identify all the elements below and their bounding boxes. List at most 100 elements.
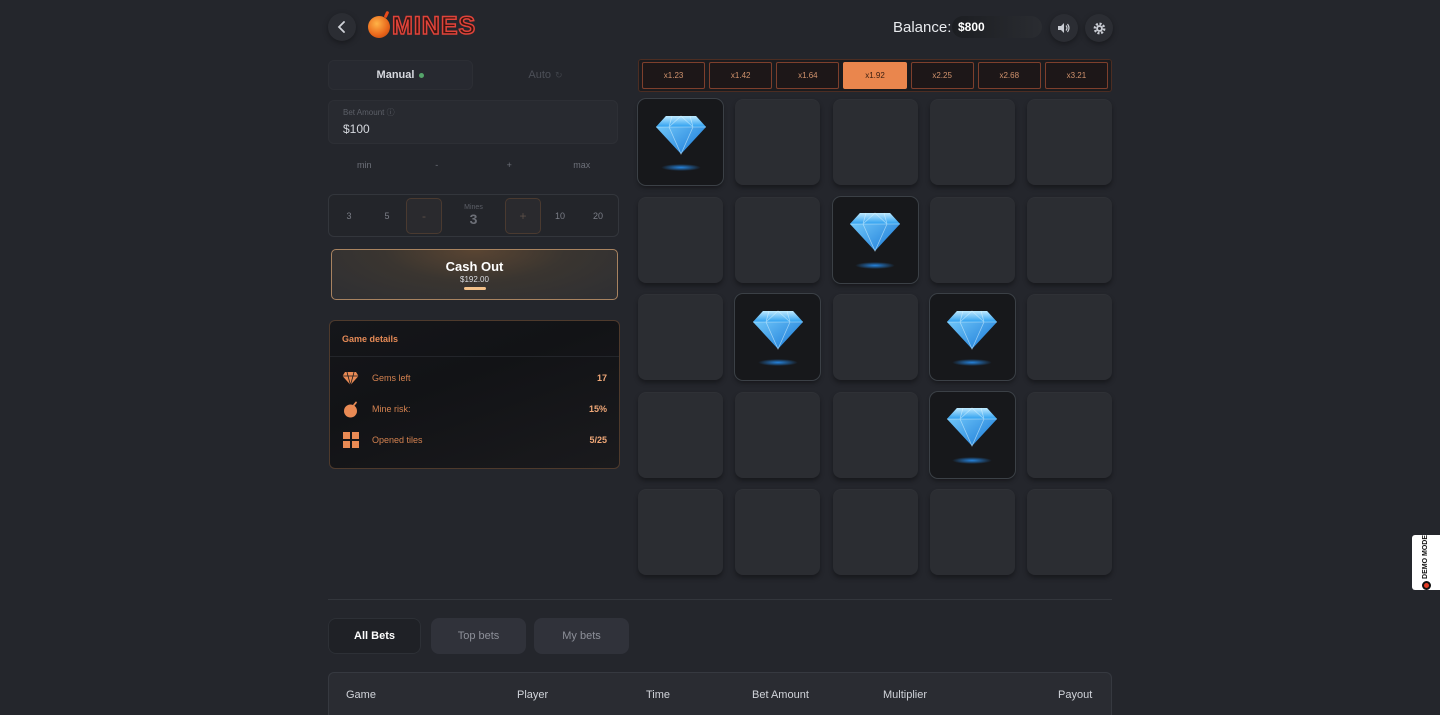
mines-label: Mines xyxy=(464,204,483,211)
column-multiplier: Multiplier xyxy=(883,689,928,701)
tile-revealed-gem[interactable] xyxy=(929,294,1015,380)
active-dot-icon xyxy=(419,72,425,78)
tile-hidden[interactable] xyxy=(735,99,821,185)
tab-all-bets[interactable]: All Bets xyxy=(328,618,421,654)
bet-amount-value: $100 xyxy=(343,122,370,136)
tile-hidden[interactable] xyxy=(832,99,918,185)
bet-amount-field[interactable]: Bet Amount ⓘ $100 xyxy=(328,100,618,144)
multiplier-chip: x1.42 xyxy=(709,62,773,89)
tiles-icon xyxy=(342,432,359,449)
tile-hidden[interactable] xyxy=(1027,294,1112,380)
detail-label: Mine risk: xyxy=(372,404,411,414)
tile-hidden[interactable] xyxy=(832,294,918,380)
balance-value: $800 xyxy=(952,16,1042,38)
multiplier-chip: x1.23 xyxy=(642,62,706,89)
multiplier-chip: x2.68 xyxy=(977,62,1041,89)
detail-value: 5/25 xyxy=(589,435,607,445)
cash-out-amount: $192.00 xyxy=(460,275,489,284)
section-divider xyxy=(328,599,1112,600)
multiplier-bar: x1.23 x1.42 x1.64 x1.92 x2.25 x2.68 x3.21 xyxy=(638,59,1112,92)
mines-option-5[interactable]: 5 xyxy=(368,198,406,234)
back-button[interactable] xyxy=(328,13,356,41)
tile-hidden[interactable] xyxy=(929,196,1015,283)
tile-revealed-gem[interactable] xyxy=(929,391,1015,478)
mines-decrease-button[interactable]: - xyxy=(406,197,442,234)
tile-hidden[interactable] xyxy=(929,489,1015,575)
diamond-icon xyxy=(654,114,708,161)
tile-hidden[interactable] xyxy=(1027,196,1112,283)
bet-amount-label: Bet Amount xyxy=(343,108,385,117)
mines-selector: 3 5 - Mines 3 + 10 20 xyxy=(328,194,619,237)
tile-hidden[interactable] xyxy=(638,294,723,380)
gear-icon xyxy=(1093,22,1105,34)
column-game: Game xyxy=(346,689,376,701)
mines-option-3[interactable]: 3 xyxy=(330,198,368,234)
tab-manual[interactable]: Manual xyxy=(328,60,473,90)
detail-gems-left: Gems left 17 xyxy=(342,368,607,388)
mines-value: 3 xyxy=(469,211,478,227)
detail-label: Opened tiles xyxy=(372,435,423,445)
tile-hidden[interactable] xyxy=(638,489,723,575)
detail-value: 17 xyxy=(596,373,607,383)
demo-mode-badge: DEMO MODE xyxy=(1412,535,1440,590)
refresh-icon: ↻ xyxy=(555,69,563,80)
tile-revealed-gem[interactable] xyxy=(638,99,723,185)
detail-mine-risk: Mine risk: 15% xyxy=(342,399,607,419)
speaker-icon xyxy=(1058,23,1070,33)
tile-hidden[interactable] xyxy=(1027,489,1112,575)
gem-icon xyxy=(342,370,359,387)
bets-table-header: Game Player Time Bet Amount Multiplier P… xyxy=(328,672,1112,715)
tab-auto[interactable]: Auto ↻ xyxy=(473,60,618,90)
tab-top-bets[interactable]: Top bets xyxy=(431,618,526,654)
bet-max-button[interactable]: max xyxy=(546,154,619,176)
cash-out-indicator xyxy=(463,287,486,290)
column-player: Player xyxy=(517,689,549,701)
cash-out-label: Cash Out xyxy=(445,259,504,274)
detail-opened-tiles: Opened tiles 5/25 xyxy=(342,430,607,450)
multiplier-chip: x1.92 xyxy=(843,62,907,89)
game-logo: MINES xyxy=(368,11,477,41)
bet-amount-label-row: Bet Amount ⓘ xyxy=(343,107,603,118)
bomb-icon xyxy=(342,401,359,418)
bet-decrease-button[interactable]: - xyxy=(401,154,474,176)
chevron-left-icon xyxy=(337,21,345,33)
bet-controls: min - + max xyxy=(328,154,618,176)
tab-my-bets[interactable]: My bets xyxy=(534,618,629,654)
mines-count-display: Mines 3 xyxy=(442,204,505,227)
tile-hidden[interactable] xyxy=(832,391,918,478)
game-board xyxy=(638,99,1112,575)
tile-revealed-gem[interactable] xyxy=(735,294,821,380)
demo-mode-label: DEMO MODE xyxy=(1422,535,1429,579)
column-payout: Payout xyxy=(1058,689,1093,701)
mines-option-10[interactable]: 10 xyxy=(541,198,579,234)
mines-option-20[interactable]: 20 xyxy=(579,198,617,234)
logo-text: MINES xyxy=(391,11,477,41)
column-time: Time xyxy=(646,689,671,701)
game-details-panel: Game details Gems left 17 Mine risk: 15%… xyxy=(329,320,620,469)
settings-button[interactable] xyxy=(1085,14,1113,42)
diamond-icon xyxy=(945,406,999,453)
balance-label: Balance: xyxy=(893,19,952,36)
detail-value: 15% xyxy=(588,404,607,414)
diamond-icon xyxy=(945,309,999,356)
tile-hidden[interactable] xyxy=(638,391,723,478)
tile-hidden[interactable] xyxy=(638,196,723,283)
sound-button[interactable] xyxy=(1050,14,1078,42)
bet-min-button[interactable]: min xyxy=(328,154,401,176)
tile-revealed-gem[interactable] xyxy=(832,196,918,283)
tile-hidden[interactable] xyxy=(735,489,821,575)
info-icon: ⓘ xyxy=(386,108,395,117)
tile-hidden[interactable] xyxy=(735,391,821,478)
tab-auto-label: Auto xyxy=(528,69,552,81)
tile-hidden[interactable] xyxy=(832,489,918,575)
tile-hidden[interactable] xyxy=(1027,391,1112,478)
bet-increase-button[interactable]: + xyxy=(473,154,546,176)
tile-hidden[interactable] xyxy=(1027,99,1112,185)
detail-label: Gems left xyxy=(372,373,411,383)
bomb-icon xyxy=(368,15,390,38)
multiplier-chip: x1.64 xyxy=(776,62,840,89)
tile-hidden[interactable] xyxy=(735,196,821,283)
cash-out-button[interactable]: Cash Out $192.00 xyxy=(331,249,618,300)
mines-increase-button[interactable]: + xyxy=(505,197,541,234)
tile-hidden[interactable] xyxy=(929,99,1015,185)
